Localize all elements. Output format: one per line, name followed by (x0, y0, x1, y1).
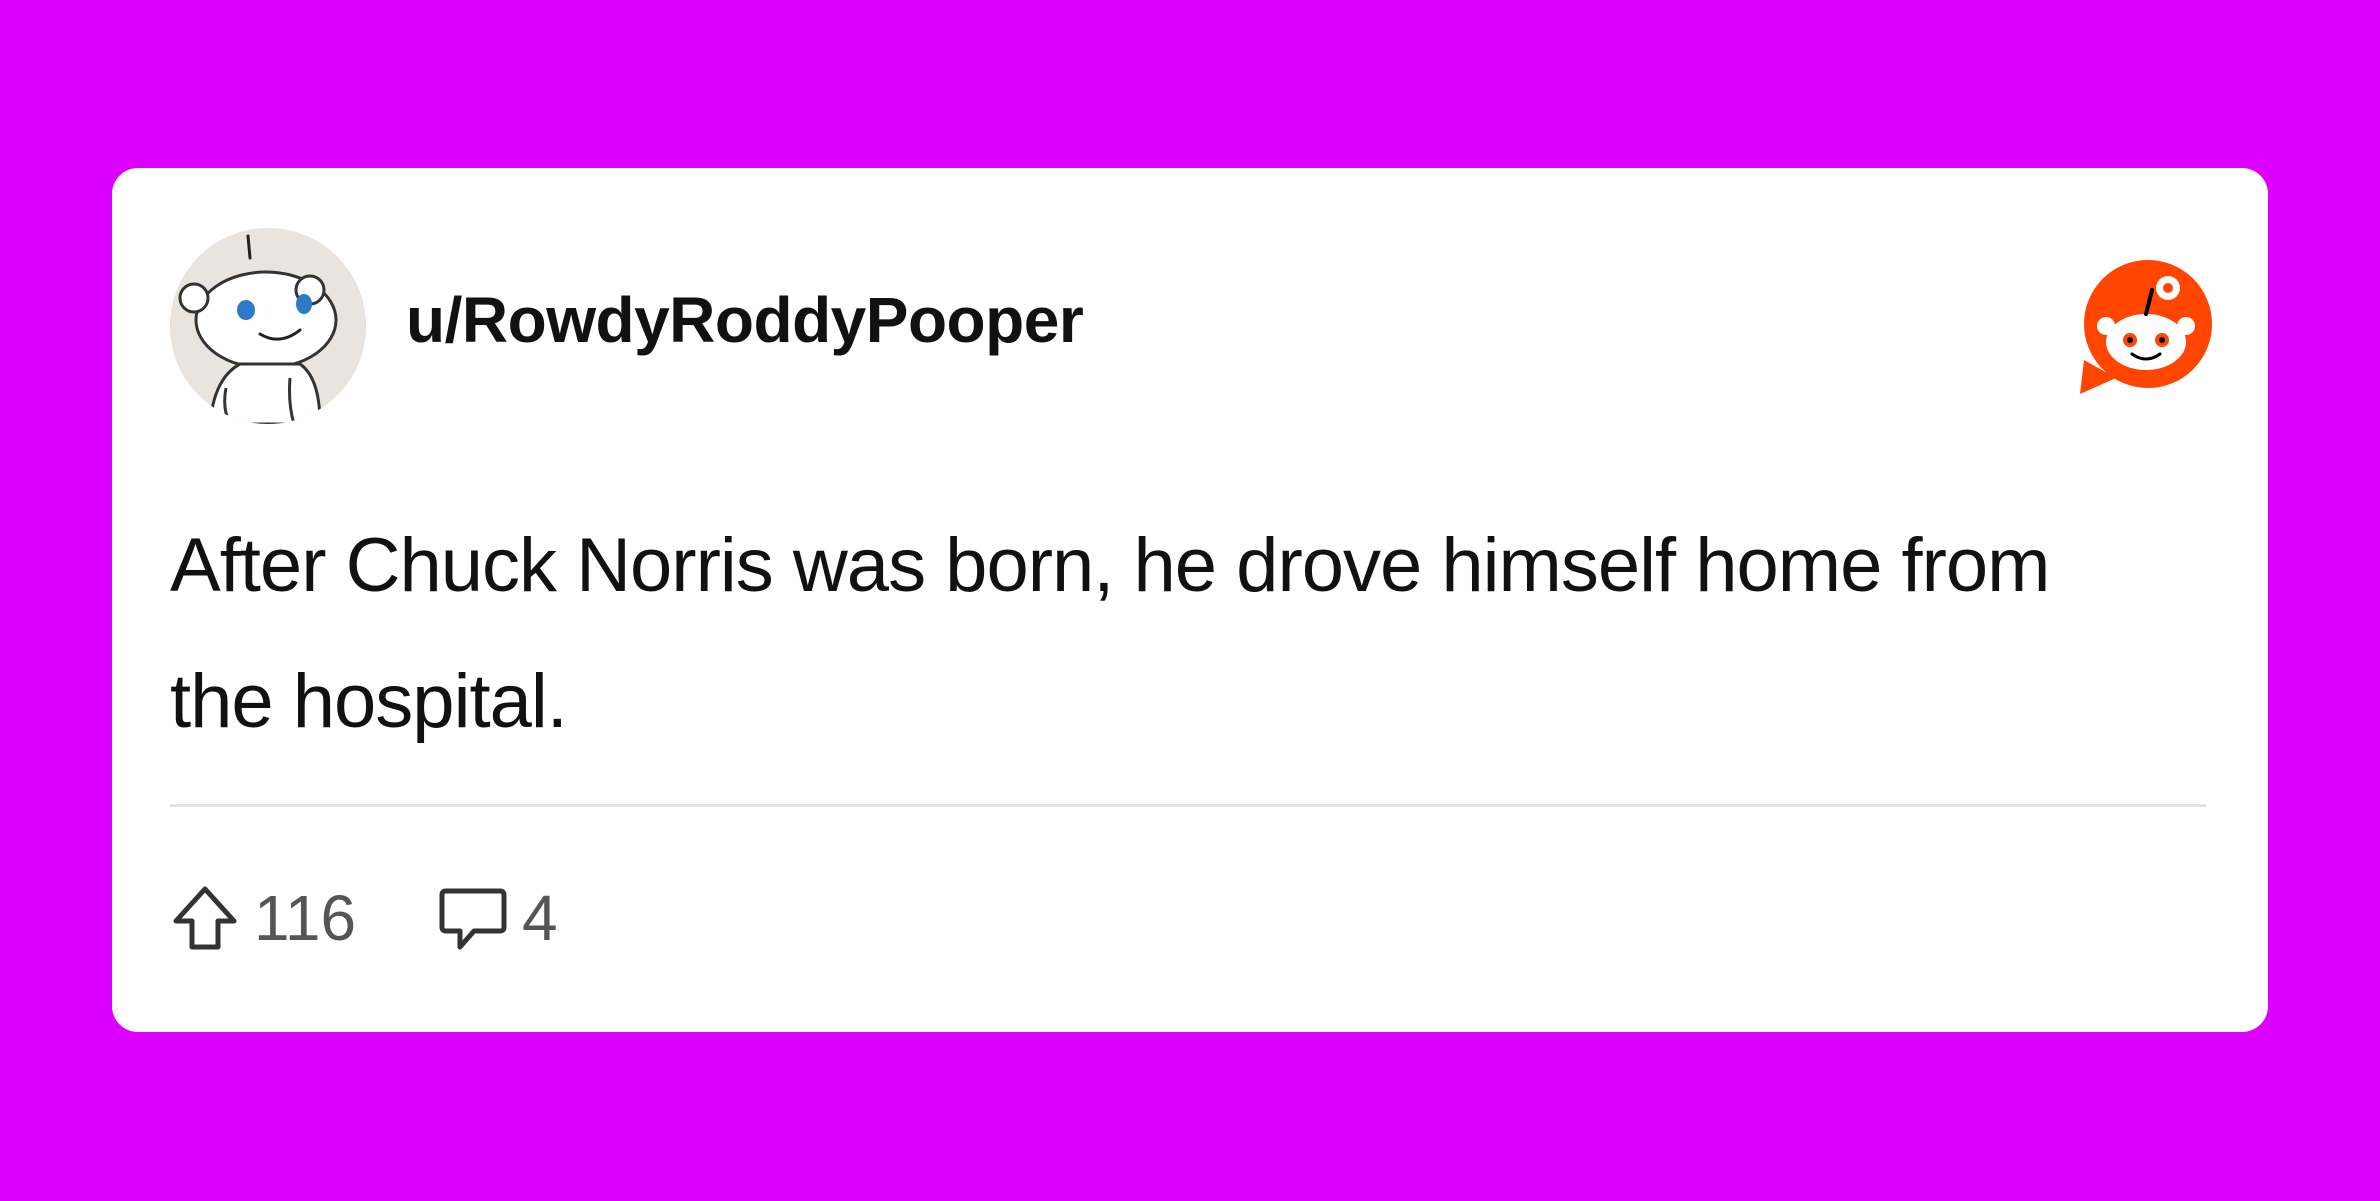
user-avatar[interactable] (170, 228, 366, 424)
post-body: After Chuck Norris was born, he drove hi… (170, 523, 2050, 744)
upvote-button[interactable]: 116 (170, 880, 356, 956)
comment-count: 4 (522, 882, 558, 954)
divider (170, 804, 2206, 807)
upvote-arrow-icon[interactable] (170, 883, 240, 953)
snoo-avatar-icon (170, 228, 366, 424)
post-card[interactable]: u/RowdyRoddyPooper After Chuck Norris wa… (112, 168, 2268, 1032)
comment-button[interactable]: 4 (438, 880, 558, 956)
post-username[interactable]: u/RowdyRoddyPooper (406, 280, 1084, 360)
reddit-logo-icon[interactable] (2076, 260, 2218, 394)
comment-bubble-icon[interactable] (438, 883, 508, 953)
upvote-count: 116 (254, 882, 357, 954)
